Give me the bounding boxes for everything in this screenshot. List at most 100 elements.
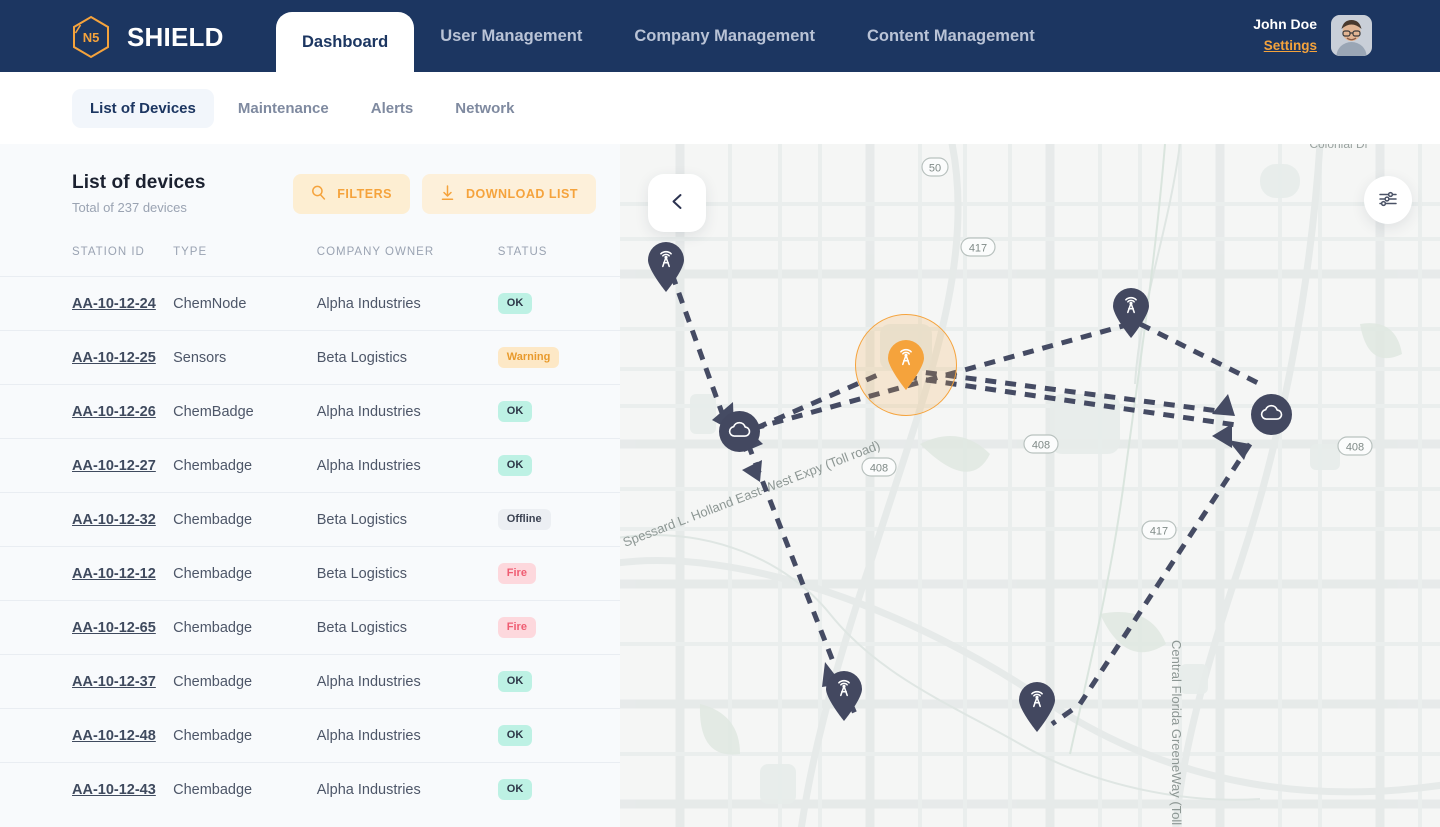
company-owner: Alpha Industries [316,295,421,312]
devices-table: STATION ID TYPE COMPANY OWNER STATUS AA-… [0,236,620,817]
station-id-link[interactable]: AA-10-12-48 [72,728,156,744]
map-pin-station[interactable] [1018,682,1056,732]
device-type: ChemBadge [173,403,254,420]
company-owner: Alpha Industries [316,727,421,744]
cloud-icon [1260,404,1283,425]
map-collapse-button[interactable] [648,174,706,232]
main-nav: Dashboard User Management Company Manage… [276,0,1061,72]
avatar[interactable] [1331,15,1372,57]
status-badge: Fire [497,563,536,584]
table-row[interactable]: AA-10-12-24 ChemNode Alpha Industries OK [0,276,620,331]
table-row[interactable]: AA-10-12-12 Chembadge Beta Logistics Fire [0,546,620,601]
status-badge: OK [497,671,533,692]
map-pin-station[interactable] [647,242,685,292]
antenna-icon [833,678,855,705]
status-badge: Fire [497,617,536,638]
map-node-gateway[interactable] [719,411,760,452]
devices-table-body: AA-10-12-24 ChemNode Alpha Industries OK AA-… [0,276,620,817]
station-id-link[interactable]: AA-10-12-26 [72,404,156,420]
settings-link[interactable]: Settings [1264,36,1317,56]
nav-item-user-management[interactable]: User Management [414,0,608,72]
company-owner: Alpha Industries [316,457,421,474]
status-badge: Warning [497,347,560,368]
station-id-link[interactable]: AA-10-12-43 [72,782,156,798]
status-badge: OK [497,779,533,801]
device-type: Chembadge [173,781,253,798]
status-badge: OK [497,401,533,422]
station-id-link[interactable]: AA-10-12-37 [72,674,156,690]
station-id-link[interactable]: AA-10-12-25 [72,350,156,366]
brand-name: SHIELD [127,21,224,52]
subnav-item-maintenance[interactable]: Maintenance [220,89,347,128]
device-type: Chembadge [173,457,253,474]
subnav-item-list-of-devices[interactable]: List of Devices [72,88,214,128]
user-name: John Doe [1253,16,1317,32]
company-owner: Beta Logistics [316,619,408,636]
device-type: Chembadge [173,673,253,690]
download-list-button[interactable]: DOWNLOAD LIST [421,174,596,214]
company-owner: Beta Logistics [316,565,408,582]
status-badge: OK [497,293,533,314]
map-filter-button[interactable] [1364,176,1412,224]
table-row[interactable]: AA-10-12-37 Chembadge Alpha Industries OK [0,654,620,709]
station-id-link[interactable]: AA-10-12-27 [72,458,156,474]
column-header-company-owner[interactable]: COMPANY OWNER [317,236,498,277]
top-navigation-bar: N5 SHIELD Dashboard User Management Comp… [0,0,1440,72]
download-list-button-label: DOWNLOAD LIST [465,187,578,201]
table-row[interactable]: AA-10-12-65 Chembadge Beta Logistics Fire [0,600,620,655]
brand-logo[interactable]: N5 SHIELD [68,14,224,60]
column-header-type[interactable]: TYPE [173,236,317,277]
device-type: Chembadge [173,727,253,744]
chevron-left-icon [668,192,687,214]
subnav-item-network[interactable]: Network [437,89,532,128]
map-pin-station[interactable] [1112,288,1150,338]
status-badge: OK [497,725,533,746]
table-row[interactable]: AA-10-12-25 Sensors Beta Logistics Warning [0,330,620,385]
column-header-station-id[interactable]: STATION ID [0,236,173,277]
status-badge: Offline [497,509,551,530]
nav-item-dashboard[interactable]: Dashboard [276,12,415,72]
list-actions: FILTERS DOWNLOAD LIST [293,174,596,214]
nav-item-company-management[interactable]: Company Management [608,0,841,72]
table-row[interactable]: AA-10-12-48 Chembadge Alpha Industries OK [0,708,620,763]
station-id-link[interactable]: AA-10-12-12 [72,566,156,582]
company-owner: Beta Logistics [316,349,408,366]
map-node-gateway[interactable] [1251,394,1292,435]
antenna-icon [895,347,917,374]
table-row[interactable]: AA-10-12-32 Chembadge Beta Logistics Offlin… [0,492,620,547]
antenna-icon [1120,295,1142,322]
table-row[interactable]: AA-10-12-27 Chembadge Alpha Industries OK [0,438,620,493]
station-id-link[interactable]: AA-10-12-32 [72,512,156,528]
company-owner: Alpha Industries [316,403,421,420]
nav-item-content-management[interactable]: Content Management [841,0,1061,72]
device-type: Sensors [173,349,227,366]
device-map[interactable]: 50 417 408 408 417 408 Colonial Dr Spessard L.… [620,144,1440,827]
subnav-item-alerts[interactable]: Alerts [353,89,432,128]
company-owner: Alpha Industries [316,781,421,798]
table-row[interactable]: AA-10-12-43 Chembadge Alpha Industries OK [0,762,620,817]
sub-navigation: List of Devices Maintenance Alerts Netwo… [0,72,620,144]
user-area: John Doe Settings [1253,14,1372,57]
search-icon [311,185,326,203]
dashboard-page: N5 SHIELD Dashboard User Management Comp… [0,0,1440,827]
status-badge: OK [497,455,533,476]
cloud-icon [728,421,751,442]
company-owner: Beta Logistics [316,511,408,528]
table-row[interactable]: AA-10-12-26 ChemBadge Alpha Industries OK [0,384,620,439]
hexagon-n5-icon: N5 [68,14,114,60]
map-pin-station[interactable] [825,671,863,721]
filters-button-label: FILTERS [337,187,392,201]
device-type: ChemNode [173,295,247,312]
antenna-icon [1026,689,1048,716]
device-list-panel: List of devices Total of 237 devices FIL… [0,144,620,827]
station-id-link[interactable]: AA-10-12-24 [72,296,156,312]
station-id-link[interactable]: AA-10-12-65 [72,620,156,636]
device-list-header: List of devices Total of 237 devices FIL… [0,144,620,236]
map-pin-station-selected[interactable] [887,340,925,390]
device-type: Chembadge [173,619,253,636]
sliders-icon [1378,189,1398,212]
antenna-icon [655,249,677,276]
filters-button[interactable]: FILTERS [293,174,410,214]
company-owner: Alpha Industries [316,673,421,690]
column-header-status[interactable]: STATUS [498,236,620,277]
